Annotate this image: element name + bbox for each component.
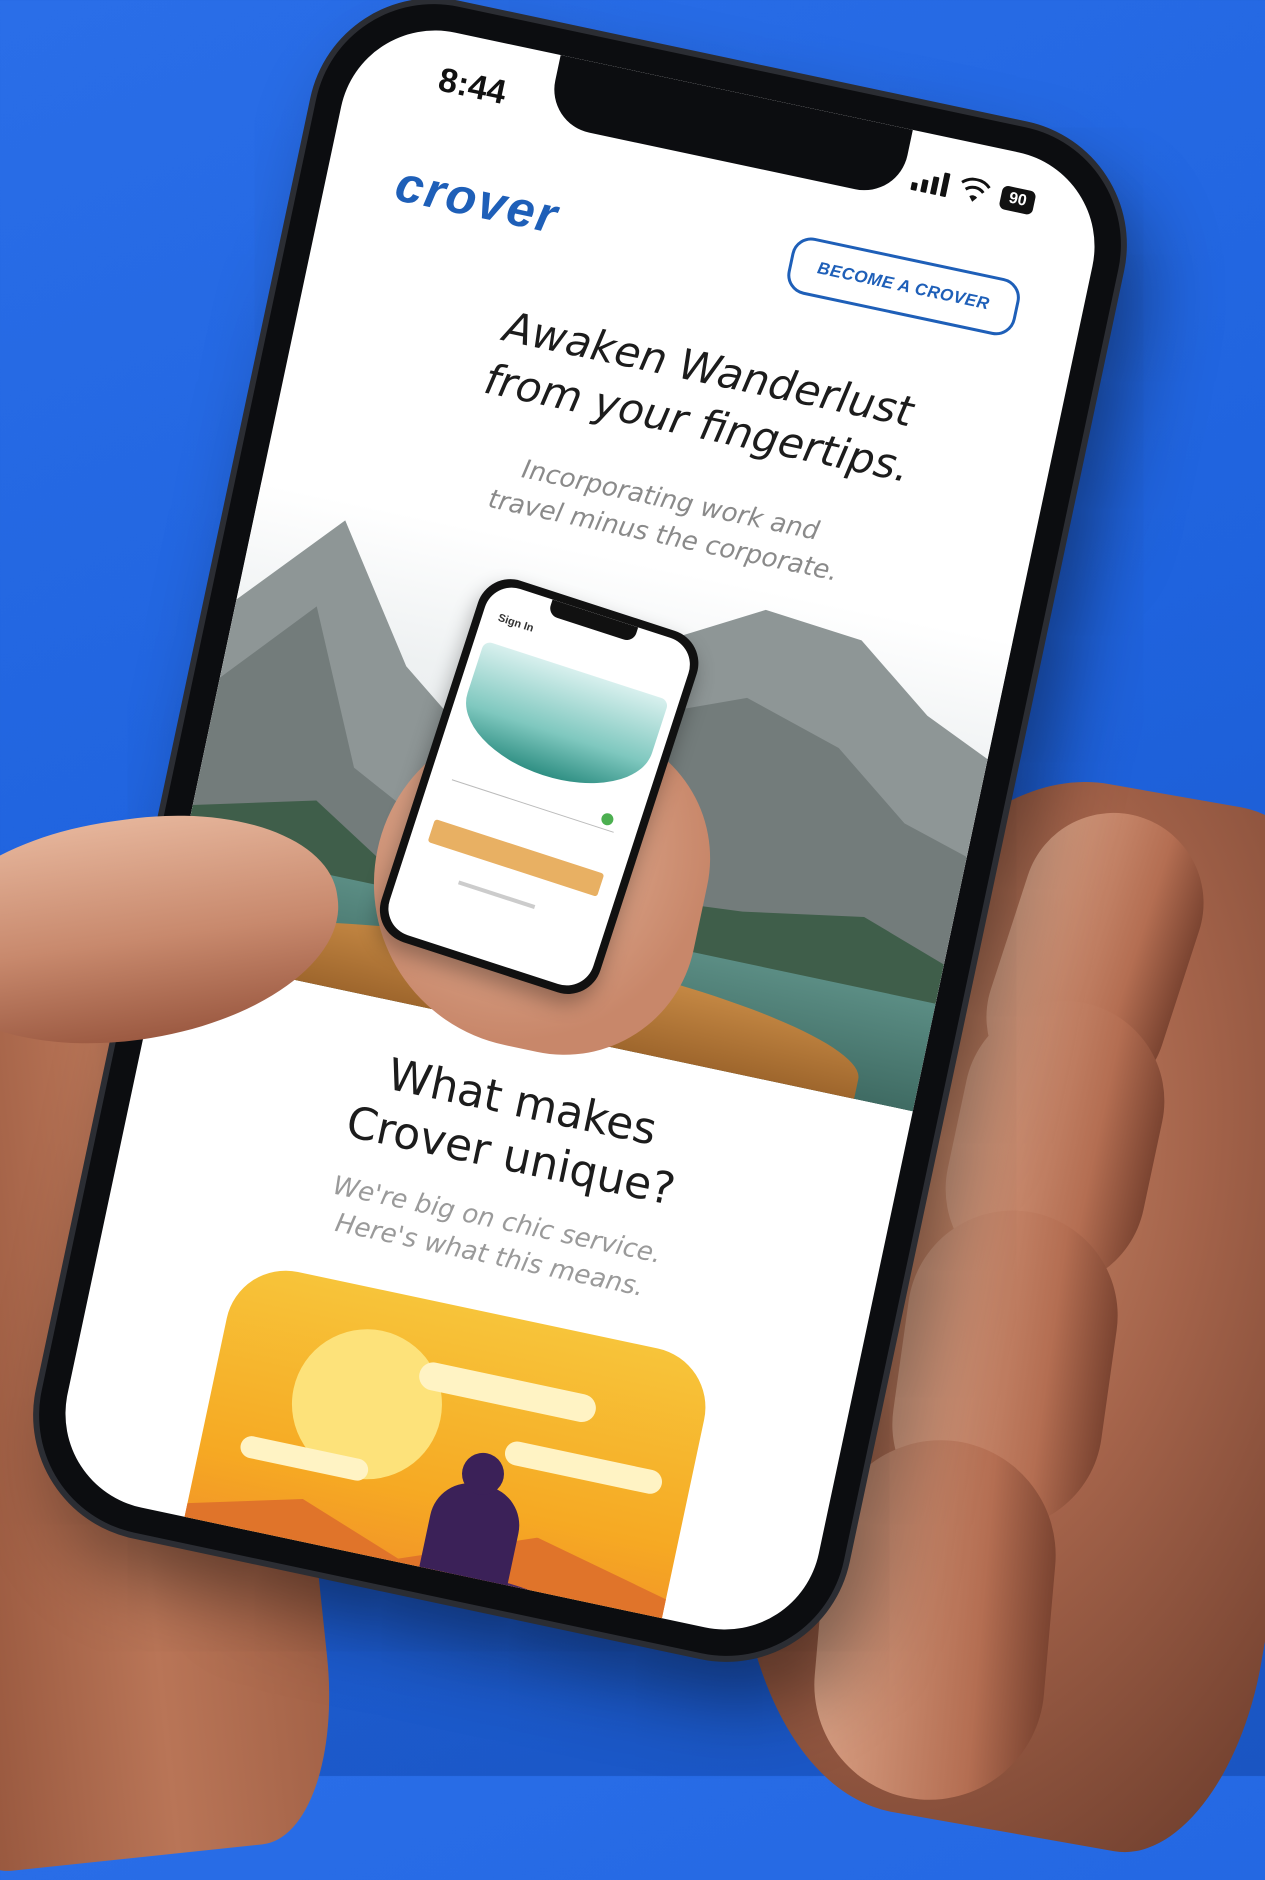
traveler-figure — [407, 1475, 527, 1642]
photo-scene: 8:44 90 crover BECOME A CROVER Awaken Wa… — [0, 0, 1265, 1880]
crover-logo[interactable]: crover — [391, 154, 564, 245]
inner-signin-title: Sign In — [496, 611, 536, 635]
become-crover-button[interactable]: BECOME A CROVER — [783, 233, 1024, 339]
status-time: 8:44 — [435, 60, 510, 113]
wifi-icon — [957, 175, 992, 207]
signal-icon — [910, 166, 951, 198]
battery-icon: 90 — [998, 184, 1037, 216]
inner-link — [457, 880, 536, 909]
inner-signin-button — [427, 818, 605, 897]
status-icons: 90 — [910, 165, 1037, 216]
